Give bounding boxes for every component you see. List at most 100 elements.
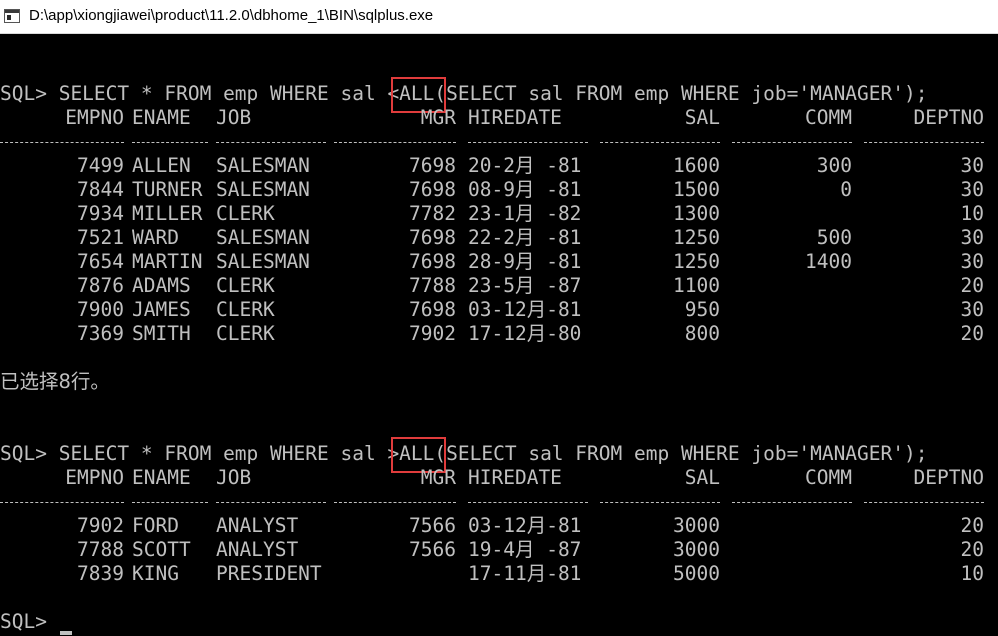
cell-hiredate: 17-11月-81 [468,562,582,585]
column-header-mgr: MGR [420,106,456,129]
column-separator [334,142,456,144]
column-separator [468,142,588,144]
cell-sal: 3000 [673,538,720,561]
cell-deptno: 30 [960,178,984,201]
cell-hiredate: 23-5月 -87 [468,274,582,297]
table-row: 7369 SMITH CLERK 7902 17-12月-80 800 20 [0,322,998,346]
text-cursor [60,631,72,635]
cell-mgr: 7698 [409,154,456,177]
column-header-sal: SAL [684,106,720,129]
cell-ename: JAMES [132,298,191,321]
cell-ename: KING [132,562,179,585]
column-header-sal: SAL [684,466,720,489]
column-header-ename: ENAME [132,466,191,489]
cell-job: SALESMAN [216,250,310,273]
cell-sal: 1600 [673,154,720,177]
column-separator [600,142,720,144]
result-header-row: EMPNO ENAME JOB MGR HIREDATE SAL COMM DEPTNO [0,106,998,130]
cell-deptno: 10 [960,202,984,225]
column-header-comm: COMM [805,106,852,129]
cell-job: SALESMAN [216,178,310,201]
cell-mgr: 7782 [409,202,456,225]
sql-query-text: SELECT * FROM emp WHERE sal [58,442,388,465]
column-header-hiredate: HIREDATE [468,106,562,129]
result-header-row: EMPNO ENAME JOB MGR HIREDATE SAL COMM DEPTNO [0,466,998,490]
cell-sal: 800 [684,322,720,345]
column-separator [732,502,852,504]
column-separator [132,502,208,504]
cell-ename: MILLER [132,202,203,225]
cell-comm: 0 [840,178,852,201]
cell-job: CLERK [216,202,275,225]
cell-hiredate: 03-12月-81 [468,514,582,537]
cell-deptno: 20 [960,322,984,345]
cell-ename: ADAMS [132,274,191,297]
column-header-empno: EMPNO [65,106,124,129]
cell-sal: 1500 [673,178,720,201]
table-row: 7900 JAMES CLERK 7698 03-12月-81 950 30 [0,298,998,322]
cell-mgr: 7698 [409,226,456,249]
table-row: 7499 ALLEN SALESMAN 7698 20-2月 -81 1600 300 30 [0,154,998,178]
cell-hiredate: 19-4月 -87 [468,538,582,561]
cell-hiredate: 17-12月-80 [468,322,582,345]
column-separator [216,142,326,144]
table-row: 7654 MARTIN SALESMAN 7698 28-9月 -81 1250 1400 3… [0,250,998,274]
column-separator [732,142,852,144]
cell-empno: 7876 [77,274,124,297]
rows-selected-message: 已选择8行。 [0,370,110,393]
cell-sal: 1100 [673,274,720,297]
column-header-mgr: MGR [420,466,456,489]
column-separator [0,502,124,504]
cell-ename: FORD [132,514,179,537]
cell-job: CLERK [216,322,275,345]
cell-mgr: 7698 [409,178,456,201]
column-header-hiredate: HIREDATE [468,466,562,489]
cell-empno: 7839 [77,562,124,585]
cell-empno: 7934 [77,202,124,225]
cell-empno: 7369 [77,322,124,345]
cell-ename: ALLEN [132,154,191,177]
column-separator [600,502,720,504]
window-title: D:\app\xiongjiawei\product\11.2.0\dbhome… [29,7,434,24]
column-separator [334,502,456,504]
sql-subquery-text: (SELECT sal FROM emp WHERE job='MANAGER'… [434,82,928,105]
cell-sal: 3000 [673,514,720,537]
column-header-ename: ENAME [132,106,191,129]
cell-hiredate: 22-2月 -81 [468,226,582,249]
column-separator [864,502,984,504]
cell-ename: SCOTT [132,538,191,561]
table-row: 7839 KING PRESIDENT 17-11月-81 5000 10 [0,562,998,586]
terminal-output[interactable]: SQL> SELECT * FROM emp WHERE sal <ALL(SE… [0,34,998,636]
column-separator [216,502,326,504]
cell-ename: WARD [132,226,179,249]
cell-mgr [334,562,456,586]
cell-comm [732,514,852,538]
table-row: 7844 TURNER SALESMAN 7698 08-9月 -81 1500 0 30 [0,178,998,202]
cell-deptno: 30 [960,154,984,177]
cell-comm [732,562,852,586]
sql-query-text: SELECT * FROM emp WHERE sal [58,82,388,105]
column-header-empno: EMPNO [65,466,124,489]
cell-mgr: 7566 [409,514,456,537]
cell-job: CLERK [216,274,275,297]
cell-deptno: 10 [960,562,984,585]
cell-sal: 950 [684,298,720,321]
cell-job: SALESMAN [216,154,310,177]
cell-empno: 7900 [77,298,124,321]
table-row: 7934 MILLER CLERK 7782 23-1月 -82 1300 10 [0,202,998,226]
table-row: 7902 FORD ANALYST 7566 03-12月-81 3000 20 [0,514,998,538]
column-separator [0,142,124,144]
column-header-job: JOB [216,106,252,129]
cell-comm: 300 [816,154,852,177]
table-row: 7788 SCOTT ANALYST 7566 19-4月 -87 3000 20 [0,538,998,562]
cell-deptno: 30 [960,250,984,273]
console-window-icon [4,9,20,23]
cell-ename: SMITH [132,322,191,345]
sql-prompt: SQL> [0,82,59,105]
cell-hiredate: 20-2月 -81 [468,154,582,177]
column-separator [864,142,984,144]
cell-comm [732,298,852,322]
cell-deptno: 20 [960,538,984,561]
column-separator [468,502,588,504]
column-header-deptno: DEPTNO [913,466,984,489]
